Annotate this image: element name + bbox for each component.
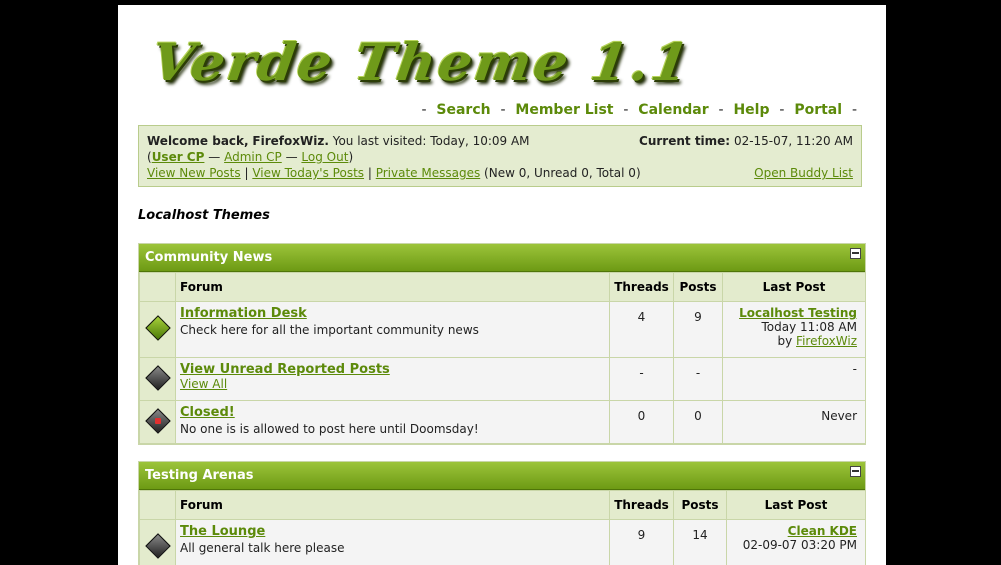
private-messages-link[interactable]: Private Messages (376, 166, 481, 180)
nav-calendar[interactable]: Calendar (638, 102, 708, 118)
posts-count: 9 (674, 302, 723, 358)
table-header-row: Forum Threads Posts Last Post (140, 491, 866, 520)
pm-counts: (New 0, Unread 0, Total 0) (484, 166, 641, 180)
threads-count: 9 (610, 520, 674, 565)
category-testing-arenas: Testing Arenas Forum Threads Posts Last … (138, 461, 866, 565)
forum-table: Forum Threads Posts Last Post Informatio… (139, 272, 866, 444)
last-post-link[interactable]: Localhost Testing (739, 306, 857, 320)
last-post-time: 02-09-07 03:20 PM (731, 538, 857, 552)
threads-count: 4 (610, 302, 674, 358)
forum-description: No one is is allowed to post here until … (180, 422, 605, 436)
last-post-user-link[interactable]: FirefoxWiz (796, 334, 857, 348)
user-links: (User CP — Admin CP — Log Out) (147, 150, 353, 164)
posts-count: 14 (674, 520, 727, 565)
locked-diamond-icon (145, 408, 170, 433)
col-forum: Forum (176, 491, 610, 520)
last-post-link[interactable]: Clean KDE (788, 524, 857, 538)
nav-portal[interactable]: Portal (794, 102, 842, 118)
user-cp-link[interactable]: User CP (152, 150, 205, 164)
nav-member-list[interactable]: Member List (515, 102, 613, 118)
top-nav: - Search - Member List - Calendar - Help… (416, 102, 862, 122)
category-title[interactable]: Community News (145, 250, 272, 265)
welcome-username: FirefoxWiz. (252, 134, 328, 148)
welcome-panel: Welcome back, FirefoxWiz. You last visit… (138, 125, 862, 187)
breadcrumb: Localhost Themes (138, 208, 270, 223)
current-time: Current time: 02-15-07, 11:20 AM (639, 134, 853, 148)
page: Verde Theme 1.1 - Search - Member List -… (118, 5, 886, 565)
view-todays-posts-link[interactable]: View Today's Posts (252, 166, 364, 180)
welcome-line: Welcome back, FirefoxWiz. You last visit… (147, 134, 530, 148)
quick-links: View New Posts | View Today's Posts | Pr… (147, 166, 641, 180)
forum-link-information-desk[interactable]: Information Desk (180, 306, 307, 321)
threads-count: - (610, 358, 674, 401)
last-post-time: Today 11:08 AM (727, 320, 857, 334)
gray-diamond-icon (145, 533, 170, 558)
forum-link-unread-reported[interactable]: View Unread Reported Posts (180, 362, 390, 377)
last-post-cell: Never (723, 401, 866, 444)
category-header: Testing Arenas (139, 462, 865, 490)
col-forum: Forum (176, 273, 610, 302)
view-all-link[interactable]: View All (180, 377, 227, 391)
col-last-post: Last Post (723, 273, 866, 302)
last-post-cell: - (723, 358, 866, 401)
log-out-link[interactable]: Log Out (301, 150, 348, 164)
table-row: Information Desk Check here for all the … (140, 302, 866, 358)
admin-cp-link[interactable]: Admin CP (224, 150, 282, 164)
category-header: Community News (139, 244, 865, 272)
forum-link-the-lounge[interactable]: The Lounge (180, 524, 265, 539)
last-post-cell: Localhost Testing Today 11:08 AM by Fire… (723, 302, 866, 358)
table-row: View Unread Reported Posts View All - - … (140, 358, 866, 401)
logo-text: Verde Theme 1.1 (147, 29, 616, 96)
forum-table: Forum Threads Posts Last Post The Lounge… (139, 490, 866, 565)
col-last-post: Last Post (727, 491, 866, 520)
nav-help[interactable]: Help (733, 102, 769, 118)
forum-link-closed[interactable]: Closed! (180, 405, 235, 420)
table-row: Closed! No one is is allowed to post her… (140, 401, 866, 444)
buddy-list: Open Buddy List (754, 166, 853, 180)
col-threads: Threads (610, 273, 674, 302)
forum-description: All general talk here please (180, 541, 605, 555)
last-visited: You last visited: Today, 10:09 AM (333, 134, 530, 148)
green-diamond-icon (145, 315, 170, 340)
collapse-icon[interactable] (850, 466, 861, 477)
forum-logo[interactable]: Verde Theme 1.1 (152, 27, 612, 97)
threads-count: 0 (610, 401, 674, 444)
table-row: The Lounge All general talk here please … (140, 520, 866, 565)
forum-description: Check here for all the important communi… (180, 323, 605, 337)
col-posts: Posts (674, 491, 727, 520)
posts-count: 0 (674, 401, 723, 444)
nav-search[interactable]: Search (436, 102, 490, 118)
category-title[interactable]: Testing Arenas (145, 468, 254, 483)
col-threads: Threads (610, 491, 674, 520)
view-new-posts-link[interactable]: View New Posts (147, 166, 241, 180)
posts-count: - (674, 358, 723, 401)
table-header-row: Forum Threads Posts Last Post (140, 273, 866, 302)
open-buddy-list-link[interactable]: Open Buddy List (754, 166, 853, 180)
col-posts: Posts (674, 273, 723, 302)
last-post-cell: Clean KDE 02-09-07 03:20 PM (727, 520, 866, 565)
gray-diamond-icon (145, 365, 170, 390)
collapse-icon[interactable] (850, 248, 861, 259)
category-community-news: Community News Forum Threads Posts Last … (138, 243, 866, 445)
